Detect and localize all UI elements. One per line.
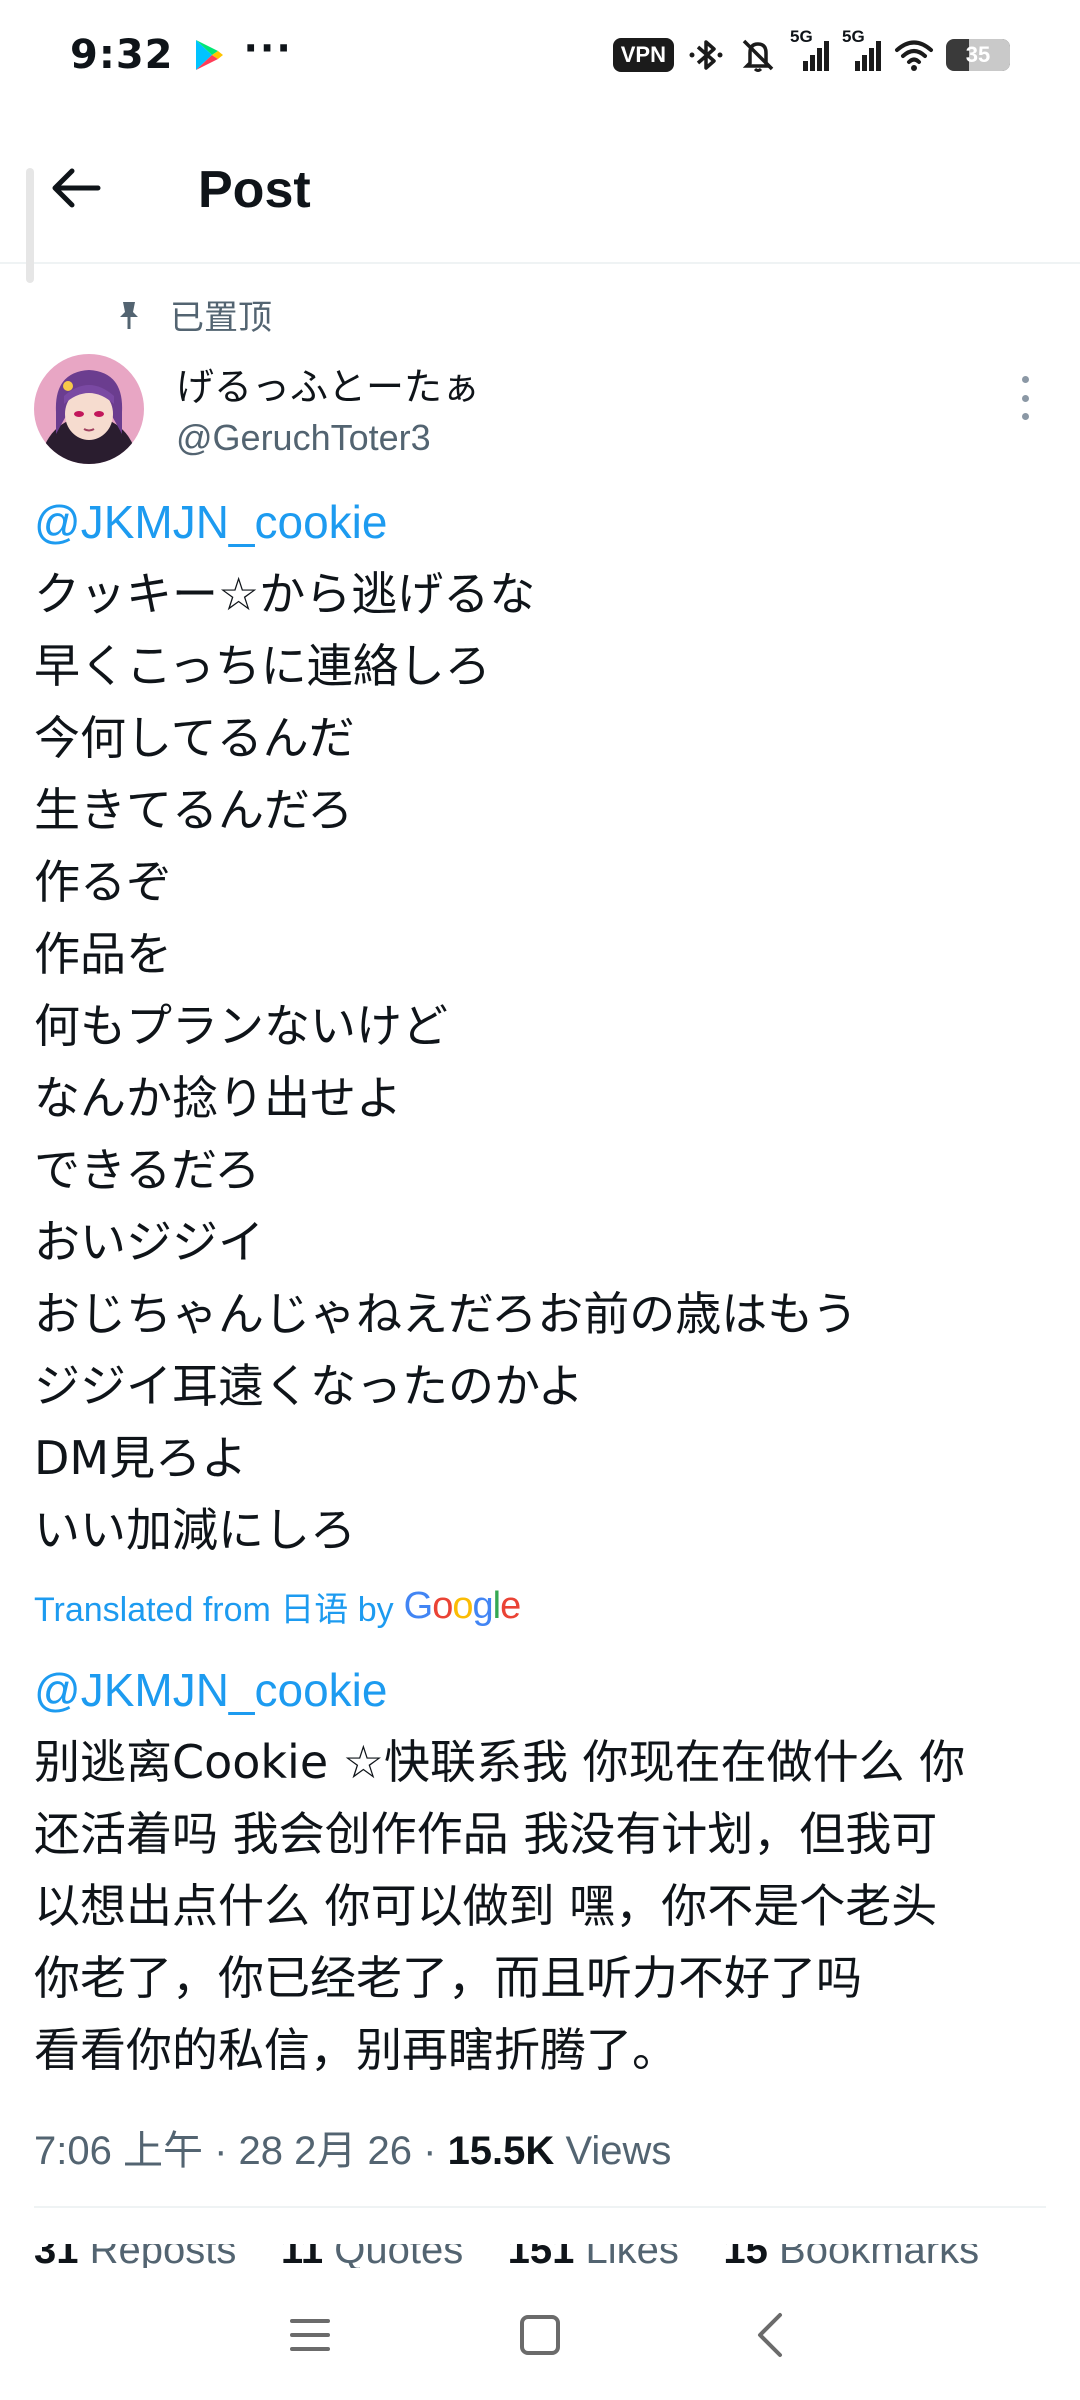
more-dot xyxy=(1021,376,1029,383)
post-text: @JKMJN_cookie クッキー☆から逃げるな 早くこっちに連絡しろ 今何し… xyxy=(34,486,1054,1566)
bookmarks-stat[interactable]: 15 Bookmarks xyxy=(723,2244,979,2268)
post-line: 何もプランないけど xyxy=(34,999,448,1053)
pin-icon xyxy=(120,301,138,329)
translation-line: 还活着吗 我会创作作品 我没有计划，但我可 xyxy=(34,1807,938,1861)
signal-1-tag: 5G xyxy=(790,27,813,46)
post-line: できるだろ xyxy=(34,1143,261,1197)
avatar[interactable] xyxy=(34,354,144,464)
wifi-icon xyxy=(895,40,933,71)
post-line: DM見ろよ xyxy=(34,1431,248,1485)
chevron-left-icon xyxy=(758,2313,782,2357)
bookmarks-count: 15 xyxy=(723,2244,768,2268)
status-bar: 9:32 ··· VPN 5G 5G 35 xyxy=(0,0,1080,110)
reposts-stat[interactable]: 31 Reposts xyxy=(34,2244,236,2268)
top-app-bar: Post xyxy=(0,148,1080,283)
google-logo: Google xyxy=(403,1585,522,1627)
recent-apps-button[interactable] xyxy=(270,2295,350,2375)
divider xyxy=(34,2206,1046,2208)
post-line: おいジジイ xyxy=(34,1215,264,1269)
author-name[interactable]: げるっふとーたぁ xyxy=(176,356,480,411)
post-line: おじちゃんじゃねえだろお前の歳はもう xyxy=(34,1287,858,1341)
edge-indicator xyxy=(26,168,34,283)
translated-text: @JKMJN_cookie 别逃离Cookie ☆快联系我 你现在在做什么 你 … xyxy=(34,1654,1054,2086)
meta-separator: · xyxy=(423,2129,448,2173)
status-left: 9:32 ··· xyxy=(70,26,293,78)
translation-attribution[interactable]: Translated from 日语 by Google xyxy=(34,1582,522,1631)
arrow-left-icon xyxy=(52,168,101,208)
likes-stat[interactable]: 151 Likes xyxy=(508,2244,679,2268)
vpn-badge: VPN xyxy=(612,38,674,72)
likes-count: 151 xyxy=(507,2244,575,2268)
quotes-stat[interactable]: 11 Quotes xyxy=(281,2244,463,2268)
quotes-label: Quotes xyxy=(334,2244,464,2268)
views-label[interactable]: Views xyxy=(565,2129,671,2173)
square-icon xyxy=(520,2315,560,2355)
signal-2: 5G xyxy=(842,27,882,75)
post-line: 作るぞ xyxy=(34,855,172,909)
views-count: 15.5K xyxy=(447,2129,555,2173)
reposts-label: Reposts xyxy=(89,2244,237,2268)
translation-line: 你老了，你已经老了，而且听力不好了吗 xyxy=(34,1951,862,2005)
notification-more: ··· xyxy=(243,26,293,70)
menu-icon xyxy=(290,2319,330,2351)
more-options-button[interactable] xyxy=(1010,376,1040,420)
mute-icon xyxy=(742,39,774,72)
translation-line: 以想出点什么 你可以做到 嘿，你不是个老头 xyxy=(34,1879,938,1933)
likes-label: Likes xyxy=(585,2244,679,2268)
more-dot xyxy=(1021,413,1029,420)
system-back-button[interactable] xyxy=(730,2295,810,2375)
page-title: Post xyxy=(198,161,311,219)
post-date: 28 2月 26 xyxy=(238,2129,412,2173)
back-button[interactable] xyxy=(46,158,106,218)
translation-line: 别逃离Cookie ☆快联系我 你现在在做什么 你 xyxy=(34,1735,966,1789)
translated-from-label: Translated from 日语 by xyxy=(34,1591,394,1629)
pinned-label: 已置顶 xyxy=(170,298,272,338)
signal-2-tag: 5G xyxy=(842,27,865,46)
author-handle[interactable]: @GeruchToter3 xyxy=(176,417,480,459)
post-line: クッキー☆から逃げるな xyxy=(34,567,536,621)
reposts-count: 31 xyxy=(34,2244,79,2268)
translation-line: 看看你的私信，别再瞎折腾了。 xyxy=(34,2023,678,2077)
battery-level: 35 xyxy=(965,42,991,67)
battery-icon: 35 xyxy=(946,39,1010,71)
engagement-stats: 31 Reposts 11 Quotes 151 Likes 15 Bookma… xyxy=(34,2244,1046,2268)
post-line: 作品を xyxy=(34,927,172,981)
author-info[interactable]: げるっふとーたぁ @GeruchToter3 xyxy=(176,356,480,459)
google-play-icon xyxy=(195,40,223,70)
status-time: 9:32 xyxy=(70,32,174,78)
post-line: 早くこっちに連絡しろ xyxy=(34,639,491,693)
post-line: いい加減にしろ xyxy=(34,1503,356,1557)
avatar-image xyxy=(34,354,144,464)
post-time: 7:06 上午 xyxy=(34,2129,203,2173)
signal-1: 5G xyxy=(790,27,830,75)
bluetooth-icon xyxy=(689,40,723,70)
post-line: ジジイ耳遠くなったのかよ xyxy=(34,1359,584,1413)
status-right: VPN 5G 5G 35 xyxy=(612,27,1010,75)
post-line: なんか捻り出せよ xyxy=(34,1071,402,1125)
post-line: 今何してるんだ xyxy=(34,711,355,765)
bookmarks-label: Bookmarks xyxy=(779,2244,980,2268)
meta-separator: · xyxy=(214,2129,239,2173)
more-dot xyxy=(1021,394,1029,402)
quotes-count: 11 xyxy=(280,2244,324,2268)
translation-mention-link[interactable]: @JKMJN_cookie xyxy=(34,1654,1054,1726)
home-button[interactable] xyxy=(500,2295,580,2375)
post-line: 生きてるんだろ xyxy=(34,783,354,837)
post-meta: 7:06 上午 · 28 2月 26 · 15.5K Views xyxy=(34,2118,671,2176)
system-navigation-bar xyxy=(0,2270,1080,2400)
pinned-indicator: 已置顶 xyxy=(116,290,272,339)
mention-link[interactable]: @JKMJN_cookie xyxy=(34,486,1054,558)
